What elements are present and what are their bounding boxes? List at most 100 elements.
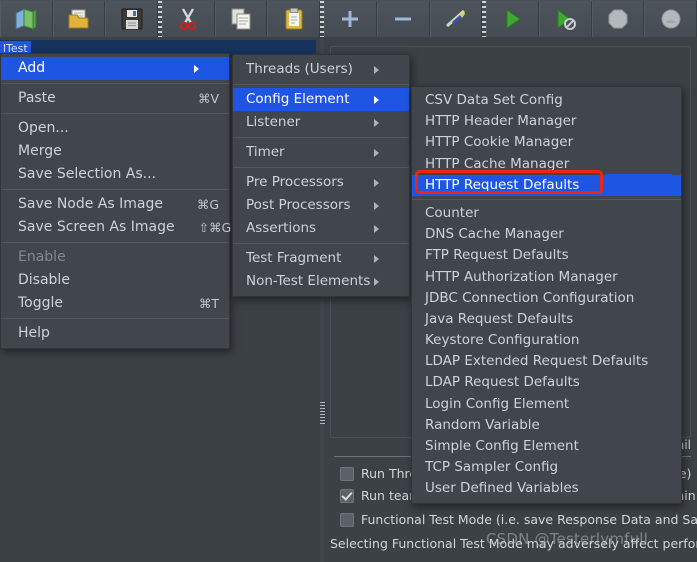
menu-item-label: Assertions (246, 220, 317, 236)
menu-item-enable[interactable]: Enable (1, 246, 229, 269)
menu-item-http-cache-manager[interactable]: HTTP Cache Manager (412, 154, 681, 175)
floppy-save-icon (121, 8, 143, 30)
menu-item-label: Listener (246, 114, 301, 130)
menu-item-pre-processors[interactable]: Pre Processors (233, 171, 409, 194)
menu-item-disable[interactable]: Disable (1, 269, 229, 292)
menu-item-random-variable[interactable]: Random Variable (412, 415, 681, 436)
shutdown-circle-icon (661, 9, 681, 29)
toolbar-button-start-no-pauses[interactable] (538, 1, 592, 37)
menu-item-label: HTTP Authorization Manager (425, 268, 618, 285)
chevron-right-icon (194, 64, 219, 73)
checkbox-box[interactable] (340, 488, 354, 503)
menu-item-http-cookie-manager[interactable]: HTTP Cookie Manager (412, 132, 681, 153)
menu-item-ldap-extended-request-defaults[interactable]: LDAP Extended Request Defaults (412, 351, 681, 372)
menu-item-label: Non-Test Elements (246, 273, 371, 289)
menu-item-help[interactable]: Help (1, 322, 229, 345)
menu-item-label: HTTP Header Manager (425, 113, 577, 130)
menu-item-user-defined-variables[interactable]: User Defined Variables (412, 478, 681, 499)
menu-item-label: JDBC Connection Configuration (425, 289, 635, 306)
menu-separator (233, 167, 409, 168)
menu-item-simple-config-element[interactable]: Simple Config Element (412, 436, 681, 457)
menu-item-counter[interactable]: Counter (412, 203, 681, 224)
toolbar-button-start[interactable] (486, 1, 539, 37)
menu-item-label: Timer (246, 144, 285, 160)
toolbar-button-save-test-plan[interactable] (105, 1, 159, 37)
chevron-right-icon (374, 95, 399, 104)
toolbar-button-cut[interactable] (162, 1, 215, 37)
toolbar-button-new-test-plan[interactable] (0, 1, 53, 37)
highlight-strip (606, 174, 672, 191)
scissors-icon (180, 8, 197, 31)
menu-item-add[interactable]: Add (1, 57, 229, 80)
menu-item-test-fragment[interactable]: Test Fragment (233, 247, 409, 270)
menu-item-http-authorization-manager[interactable]: HTTP Authorization Manager (412, 267, 681, 288)
checkbox-box[interactable] (340, 466, 354, 481)
toolbar-button-paste[interactable] (267, 1, 321, 37)
menu-item-label: Random Variable (425, 416, 540, 433)
menu-item-label: Save Selection As... (18, 166, 157, 182)
menu-item-tcp-sampler-config[interactable]: TCP Sampler Config (412, 457, 681, 478)
menu-item-save-node-as-image[interactable]: Save Node As Image ⌘G (1, 193, 229, 216)
checkbox-functional-test-mode[interactable]: Functional Test Mode (i.e. save Response… (340, 512, 697, 527)
menu-item-label: Open... (18, 120, 69, 136)
menu-item-merge[interactable]: Merge (1, 140, 229, 163)
toolbar-button-toggle-enabled[interactable] (429, 1, 483, 37)
menu-item-keystore-configuration[interactable]: Keystore Configuration (412, 330, 681, 351)
toolbar-separator (158, 1, 163, 37)
toolbar-button-copy[interactable] (214, 1, 268, 37)
config-element-submenu[interactable]: CSV Data Set Config HTTP Header Manager HT… (411, 86, 682, 504)
toolbar-button-stop[interactable] (591, 1, 645, 37)
menu-item-paste[interactable]: Paste ⌘V (1, 87, 229, 110)
menu-item-accelerator: ⇧⌘G (198, 220, 232, 235)
menu-item-label: Disable (18, 272, 70, 288)
menu-item-threads-users[interactable]: Threads (Users) (233, 58, 409, 81)
menu-item-accelerator: ⌘T (198, 296, 219, 311)
chevron-right-icon (374, 148, 399, 157)
menu-item-assertions[interactable]: Assertions (233, 217, 409, 240)
menu-item-label: TCP Sampler Config (425, 459, 559, 476)
menu-item-http-header-manager[interactable]: HTTP Header Manager (412, 111, 681, 132)
menu-item-post-processors[interactable]: Post Processors (233, 194, 409, 217)
menu-item-label: HTTP Cache Manager (425, 155, 570, 172)
toolbar-button-shutdown[interactable] (644, 1, 697, 37)
toolbar-button-expand-all[interactable] (324, 1, 377, 37)
add-submenu[interactable]: Threads (Users) Config Element Listener Tim… (232, 54, 410, 297)
menu-item-java-request-defaults[interactable]: Java Request Defaults (412, 309, 681, 330)
menu-item-csv-data-set-config[interactable]: CSV Data Set Config (412, 90, 681, 111)
menu-item-non-test-elements[interactable]: Non-Test Elements (233, 270, 409, 293)
menu-item-save-selection-as[interactable]: Save Selection As... (1, 163, 229, 186)
splitter-grip[interactable] (320, 402, 325, 426)
toolbar-button-collapse-all[interactable] (376, 1, 430, 37)
toolbar-button-open-test-plan[interactable] (52, 1, 106, 37)
chevron-right-icon (374, 201, 399, 210)
menu-separator (1, 189, 229, 190)
menu-item-login-config-element[interactable]: Login Config Element (412, 394, 681, 415)
chevron-right-icon (374, 65, 399, 74)
menu-item-label: Save Node As Image (18, 196, 163, 212)
menu-separator (1, 83, 229, 84)
menu-item-save-screen-as-image[interactable]: Save Screen As Image ⇧⌘G (1, 216, 232, 239)
menu-item-label: FTP Request Defaults (425, 247, 569, 264)
menu-item-jdbc-connection-configuration[interactable]: JDBC Connection Configuration (412, 288, 681, 309)
minus-icon (395, 17, 412, 21)
menu-item-timer[interactable]: Timer (233, 141, 409, 164)
menu-item-ldap-request-defaults[interactable]: LDAP Request Defaults (412, 372, 681, 393)
menu-separator (233, 84, 409, 85)
menu-item-label: Simple Config Element (425, 438, 579, 454)
node-context-menu[interactable]: Add Paste ⌘V Open... Merge Save Selection As.… (0, 53, 232, 349)
menu-item-label: LDAP Request Defaults (425, 374, 580, 391)
menu-item-dns-cache-manager[interactable]: DNS Cache Manager (412, 224, 681, 245)
menu-item-config-element[interactable]: Config Element (233, 88, 409, 111)
menu-item-label: User Defined Variables (425, 480, 579, 497)
menu-item-toggle[interactable]: Toggle ⌘T (1, 292, 229, 315)
checkbox-box[interactable] (340, 512, 354, 527)
menu-item-label: HTTP Cookie Manager (425, 134, 574, 151)
open-folder-icon (68, 9, 89, 29)
menu-item-open[interactable]: Open... (1, 117, 229, 140)
checkbox-label: Functional Test Mode (i.e. save Response… (361, 512, 697, 527)
chevron-right-icon (374, 224, 399, 233)
menu-item-ftp-request-defaults[interactable]: FTP Request Defaults (412, 245, 681, 266)
main-toolbar (0, 0, 697, 39)
toolbar-separator (482, 1, 487, 37)
menu-item-listener[interactable]: Listener (233, 111, 409, 134)
